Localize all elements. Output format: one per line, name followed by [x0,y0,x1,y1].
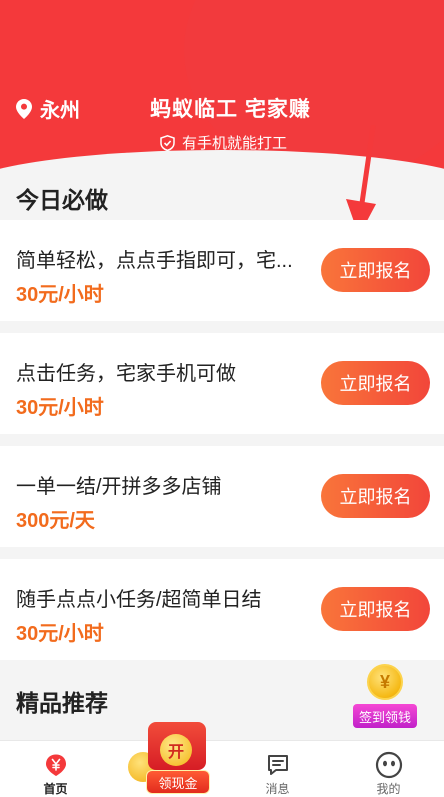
location-selector[interactable]: 永州 [16,94,80,123]
message-icon [267,755,288,775]
task-card[interactable]: 随手点点小任务/超简单日结 30元/小时 立即报名 [0,559,444,660]
red-packet-label: 领现金 [146,770,210,794]
shield-check-icon [160,134,175,151]
signup-button[interactable]: 立即报名 [321,248,430,292]
tab-messages[interactable]: 消息 [222,741,333,797]
task-card[interactable]: 简单轻松，点点手指即可，宅... 30元/小时 立即报名 [0,220,444,321]
task-title: 随手点点小任务/超简单日结 [16,589,262,611]
task-price: 30元/小时 [16,397,104,419]
tab-messages-label: 消息 [265,782,290,796]
location-pin-icon [16,98,32,119]
tab-mine[interactable]: 我的 [333,741,444,797]
tab-mine-label: 我的 [376,782,401,796]
subtitle-text: 有手机就能打工 [182,135,288,152]
open-badge: 开 [160,734,192,766]
signup-button[interactable]: 立即报名 [321,361,430,405]
section-title-today: 今日必做 [16,187,108,213]
app-subtitle: 有手机就能打工 [160,132,287,153]
task-price: 30元/小时 [16,623,104,645]
profile-face-icon [375,751,402,779]
task-title: 简单轻松，点点手指即可，宅... [16,250,293,272]
tab-home-label: 首页 [43,782,68,796]
task-card[interactable]: 点击任务，宅家手机可做 30元/小时 立即报名 [0,333,444,434]
task-price: 30元/小时 [16,284,104,306]
signin-label: 签到领钱 [353,704,417,728]
task-card[interactable]: 一单一结/开拼多多店铺 300元/天 立即报名 [0,446,444,547]
task-price: 300元/天 [16,510,95,532]
task-title: 一单一结/开拼多多店铺 [16,476,222,498]
signin-reward-button[interactable]: ¥ 签到领钱 [351,664,419,730]
home-yuan-icon [45,754,66,776]
location-name: 永州 [40,100,80,122]
section-title-recommend: 精品推荐 [16,690,108,716]
task-title: 点击任务，宅家手机可做 [16,363,236,385]
signup-button[interactable]: 立即报名 [321,587,430,631]
tab-home[interactable]: 首页 [0,741,111,797]
app-slogan: 蚂蚁临工 宅家赚 [150,98,311,121]
signup-button[interactable]: 立即报名 [321,474,430,518]
red-packet-button[interactable]: 开 领现金 [128,722,232,797]
coin-icon: ¥ [367,664,403,700]
